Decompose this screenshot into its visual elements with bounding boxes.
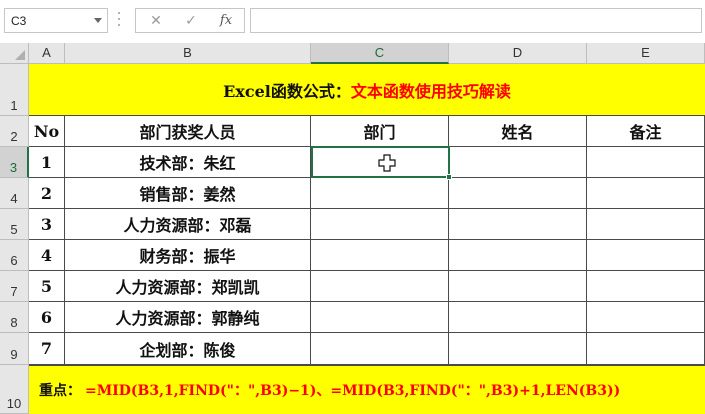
key-point-note[interactable]: 重点： =MID(B3,1,FIND("：",B3)−1)、=MID(B3,FIN… [29,365,705,414]
table-cell-no[interactable]: 7 [29,333,65,365]
row-header-10[interactable]: 10 [0,365,29,414]
table-cell-name[interactable] [449,302,587,333]
table-cell-name[interactable] [449,178,587,209]
table-cell-note[interactable] [587,333,705,365]
title-part-2: 文本函数使用技巧解读 [350,81,511,101]
cell-cursor-icon [378,154,396,172]
table-cell-no[interactable]: 6 [29,302,65,333]
table-cell-no[interactable]: 3 [29,209,65,240]
column-header-c[interactable]: C [311,43,449,64]
table-cell-note[interactable] [587,302,705,333]
table-cell-dept[interactable] [311,302,449,333]
table-cell-name[interactable] [449,209,587,240]
table-cell-name[interactable] [449,147,587,178]
table-cell-dept[interactable] [311,240,449,271]
fill-handle[interactable] [446,174,452,180]
table-cell-dept[interactable] [311,333,449,365]
table-cell-people[interactable]: 财务部：振华 [65,240,311,271]
chevron-down-icon[interactable] [94,18,102,23]
row-header-4[interactable]: 4 [0,178,29,209]
table-cell-note[interactable] [587,209,705,240]
table-cell-note[interactable] [587,147,705,178]
select-all-button[interactable] [0,43,29,64]
table-cell-people[interactable]: 企划部：陈俊 [65,333,311,365]
close-icon[interactable]: ✕ [146,13,166,29]
header-note[interactable]: 备注 [587,116,705,147]
table-cell-no[interactable]: 1 [29,147,65,178]
row-header-1[interactable]: 1 [0,64,29,116]
column-header-a[interactable]: A [29,43,65,64]
formula-bar: C3 ✕ ✓ fx [0,0,705,43]
name-box[interactable]: C3 [4,8,108,33]
table-cell-people[interactable]: 人力资源部：郑凯凯 [65,271,311,302]
insert-function-button[interactable]: fx [216,13,236,29]
table-cell-no[interactable]: 2 [29,178,65,209]
table-cell-dept[interactable] [311,178,449,209]
table-cell-name[interactable] [449,240,587,271]
table-cell-dept[interactable] [311,271,449,302]
table-cell-no[interactable]: 4 [29,240,65,271]
key-point-formula: =MID(B3,1,FIND("：",B3)−1)、=MID(B3,FIND("… [85,383,621,399]
key-point-label: 重点： [39,383,81,399]
header-dept[interactable]: 部门 [311,116,449,147]
drag-handle-icon[interactable] [117,12,121,30]
header-people[interactable]: 部门获奖人员 [65,116,311,147]
table-cell-people[interactable]: 人力资源部：邓磊 [65,209,311,240]
table-cell-dept[interactable] [311,209,449,240]
table-cell-note[interactable] [587,271,705,302]
check-icon[interactable]: ✓ [181,13,201,29]
row-header-9[interactable]: 9 [0,333,29,365]
column-header-d[interactable]: D [449,43,587,64]
header-name[interactable]: 姓名 [449,116,587,147]
table-cell-note[interactable] [587,240,705,271]
row-header-5[interactable]: 5 [0,209,29,240]
row-header-6[interactable]: 6 [0,240,29,271]
row-header-3[interactable]: 3 [0,147,29,178]
table-cell-people[interactable]: 技术部：朱红 [65,147,311,178]
name-box-value: C3 [11,14,27,28]
row-header-7[interactable]: 7 [0,271,29,302]
formula-input[interactable] [250,8,702,33]
row-header-2[interactable]: 2 [0,116,29,147]
row-header-8[interactable]: 8 [0,302,29,333]
table-cell-note[interactable] [587,178,705,209]
table-cell-no[interactable]: 5 [29,271,65,302]
column-header-b[interactable]: B [65,43,311,64]
title-part-1: Excel函数公式： [223,81,351,101]
table-cell-people[interactable]: 人力资源部：郭静纯 [65,302,311,333]
header-no[interactable]: No [29,116,65,147]
table-cell-name[interactable] [449,271,587,302]
table-cell-people[interactable]: 销售部：姜然 [65,178,311,209]
formula-buttons: ✕ ✓ fx [135,8,245,33]
sheet-title[interactable]: Excel函数公式： 文本函数使用技巧解读 [29,64,705,116]
column-header-e[interactable]: E [587,43,705,64]
table-cell-name[interactable] [449,333,587,365]
